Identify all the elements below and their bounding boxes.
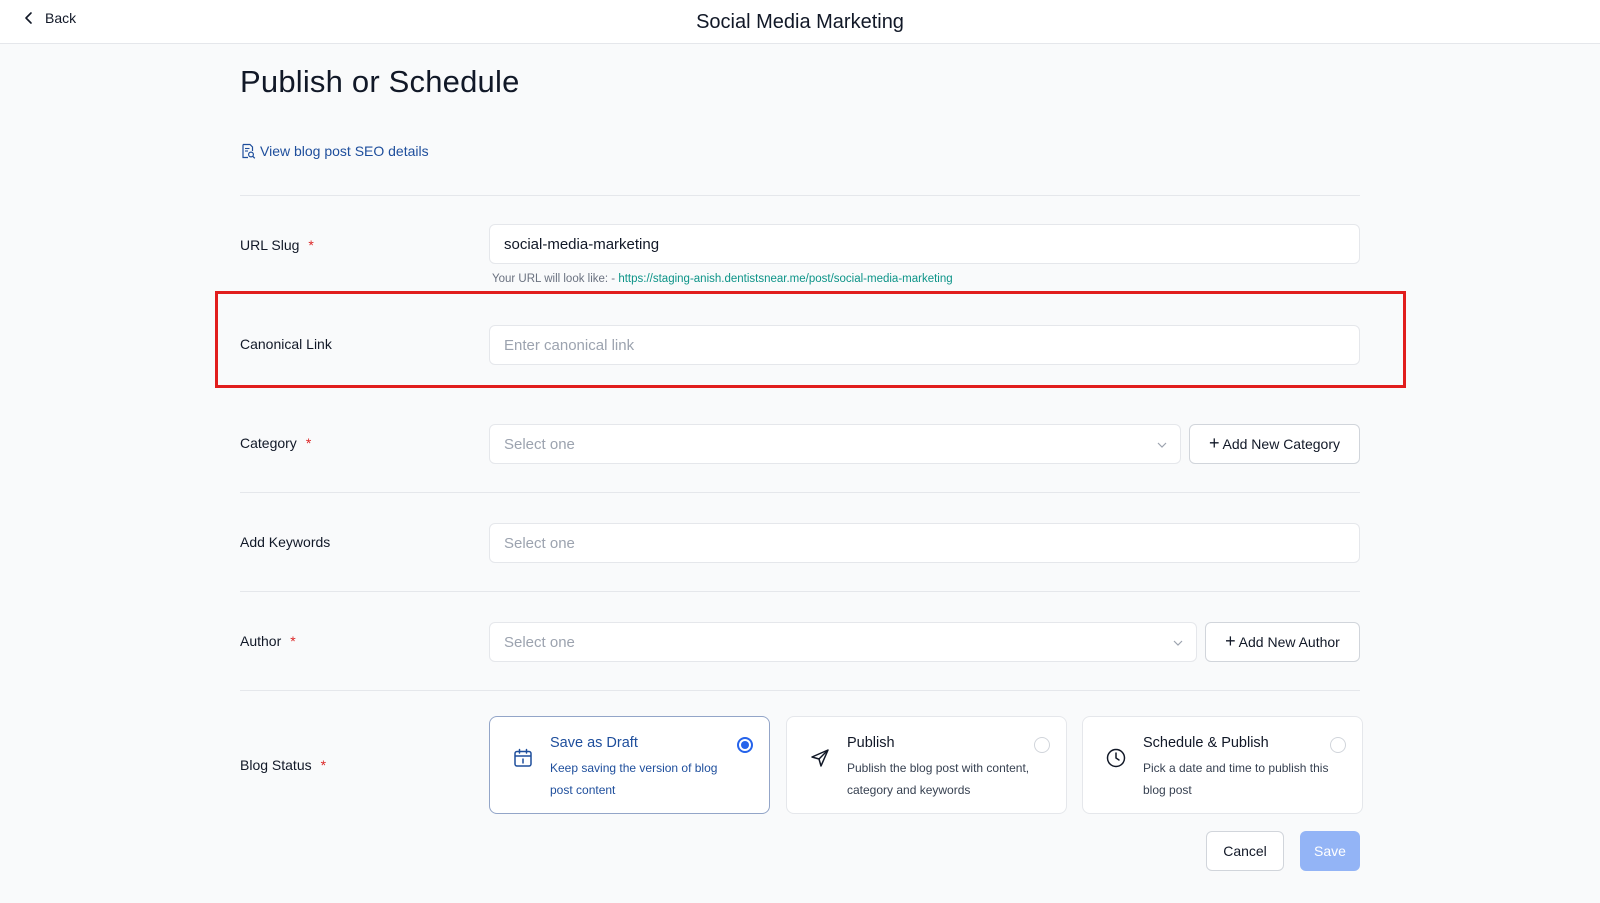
status-option-description: Keep saving the version of blog post con… xyxy=(550,761,718,797)
plus-icon: + xyxy=(1208,433,1220,453)
seo-link-label: View blog post SEO details xyxy=(260,143,429,159)
send-icon xyxy=(811,749,829,767)
category-label: Category * xyxy=(240,435,312,451)
clock-icon xyxy=(1106,748,1126,768)
divider xyxy=(240,492,1360,493)
url-preview-link[interactable]: https://staging-anish.dentistsnear.me/po… xyxy=(618,273,952,285)
status-option-save-as-draft[interactable]: Save as Draft Keep saving the version of… xyxy=(489,716,770,814)
url-preview-hint: Your URL will look like: - https://stagi… xyxy=(492,273,953,285)
app-title: Social Media Marketing xyxy=(696,11,904,33)
keywords-label: Add Keywords xyxy=(240,534,331,550)
divider xyxy=(240,690,1360,691)
save-button[interactable]: Save xyxy=(1300,831,1360,871)
chevron-down-icon xyxy=(1173,640,1183,646)
status-option-description: Pick a date and time to publish this blo… xyxy=(1143,761,1329,797)
author-label: Author * xyxy=(240,633,296,649)
author-select[interactable]: Select one xyxy=(489,622,1197,662)
status-option-title: Schedule & Publish xyxy=(1143,735,1269,751)
keywords-select[interactable]: Select one xyxy=(489,523,1360,563)
status-option-description: Publish the blog post with content, cate… xyxy=(847,761,1030,797)
required-mark: * xyxy=(308,237,314,253)
required-mark: * xyxy=(290,633,296,649)
page-title: Publish or Schedule xyxy=(240,64,520,99)
cancel-button[interactable]: Cancel xyxy=(1206,831,1284,871)
top-bar: Back Social Media Marketing xyxy=(0,0,1600,44)
blog-status-label: Blog Status * xyxy=(240,757,327,773)
add-new-author-button[interactable]: + Add New Author xyxy=(1205,622,1360,662)
canonical-link-input[interactable]: Enter canonical link xyxy=(489,325,1360,365)
status-option-title: Save as Draft xyxy=(550,735,638,751)
category-select[interactable]: Select one xyxy=(489,424,1181,464)
required-mark: * xyxy=(305,435,312,451)
plus-icon: + xyxy=(1225,631,1236,651)
url-slug-label: URL Slug * xyxy=(240,237,314,253)
status-option-schedule-and-publish[interactable]: Schedule & Publish Pick a date and time … xyxy=(1082,716,1363,814)
divider xyxy=(240,195,1360,196)
status-option-publish[interactable]: Publish Publish the blog post with conte… xyxy=(786,716,1067,814)
calendar-icon xyxy=(514,748,532,767)
view-seo-details-link[interactable]: View blog post SEO details xyxy=(240,143,429,159)
chevron-down-icon xyxy=(1157,442,1167,448)
add-new-category-button[interactable]: + Add New Category xyxy=(1189,424,1360,464)
url-slug-input[interactable]: social-media-marketing xyxy=(489,224,1360,264)
canonical-link-label: Canonical Link xyxy=(240,336,332,352)
radio-button[interactable] xyxy=(1034,737,1050,753)
status-option-title: Publish xyxy=(847,735,895,751)
radio-button[interactable] xyxy=(737,737,753,753)
document-search-icon xyxy=(242,143,256,159)
divider xyxy=(240,591,1360,592)
radio-button[interactable] xyxy=(1330,737,1346,753)
required-mark: * xyxy=(320,757,327,773)
